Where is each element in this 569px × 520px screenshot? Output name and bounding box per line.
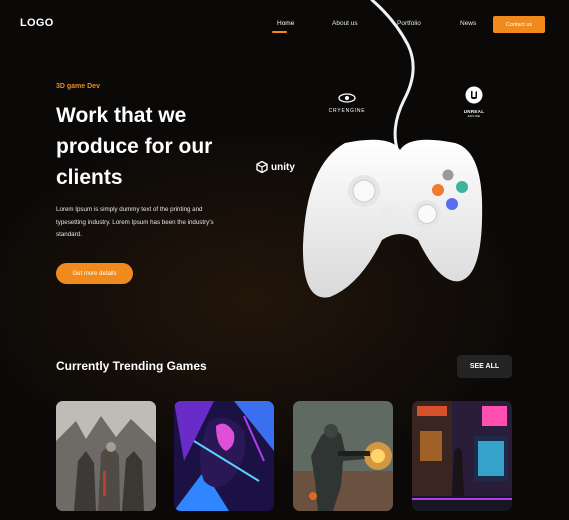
game-controller-icon [302, 0, 483, 298]
game-card[interactable] [412, 401, 512, 511]
knights-artwork-icon [56, 401, 156, 511]
trending-section-title: Currently Trending Games [56, 359, 207, 373]
soldier-artwork-icon [293, 401, 393, 511]
game-card[interactable] [174, 401, 274, 511]
cyberpunk-street-artwork-icon [412, 401, 512, 511]
neon-warrior-artwork-icon [174, 401, 274, 511]
game-card[interactable] [293, 401, 393, 511]
game-card[interactable] [56, 401, 156, 511]
see-all-button[interactable]: SEE ALL [457, 355, 512, 378]
